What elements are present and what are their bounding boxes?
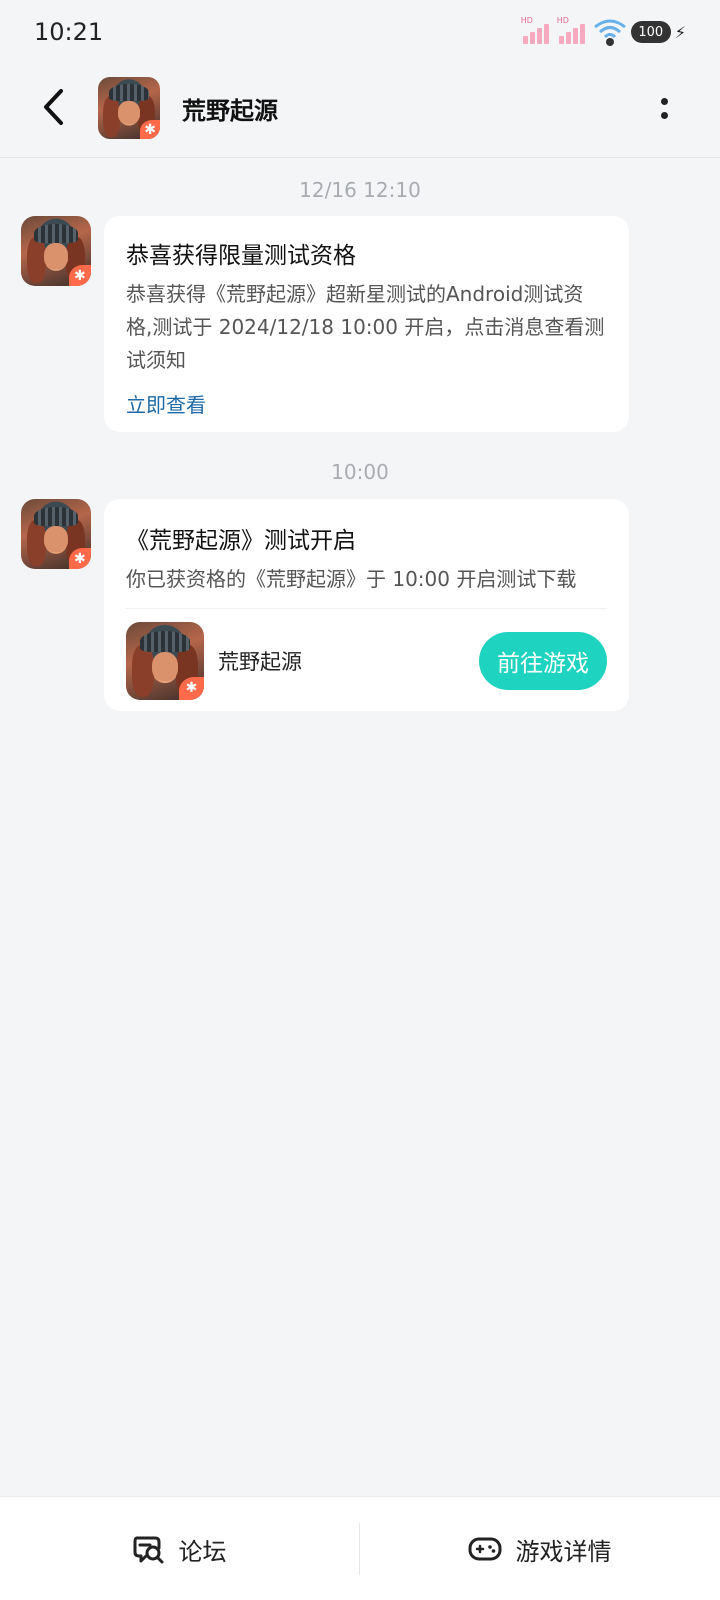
chat-header: ✱ 荒野起源 (0, 64, 720, 158)
message-body: 你已获资格的《荒野起源》于 10:00 开启测试下载 (126, 567, 577, 591)
back-chevron-icon (44, 89, 63, 125)
game-detail-button[interactable]: 游戏详情 (360, 1497, 719, 1600)
hd-signal-icon: HD (521, 16, 553, 46)
back-button[interactable] (28, 82, 78, 132)
battery-icon: 100 (630, 21, 671, 43)
bottom-bar: 论坛 游戏详情 (0, 1496, 720, 1600)
gamepad-icon (468, 1537, 501, 1561)
page-title: 荒野起源 (182, 97, 278, 125)
status-bar: 10:21 HD HD 100 ⚡ (0, 0, 720, 64)
status-time: 10:21 (34, 18, 104, 46)
game-name: 荒野起源 (218, 650, 302, 674)
game-detail-label: 游戏详情 (515, 1537, 612, 1566)
message-card[interactable]: 《荒野起源》测试开启 你已获资格的《荒野起源》于 10:00 开启测试下载 ✱ … (104, 499, 629, 711)
sender-avatar[interactable]: ✱ (21, 216, 91, 286)
status-icons: HD HD 100 ⚡ (521, 16, 686, 48)
message-timestamp: 10:00 (331, 460, 389, 484)
game-icon[interactable]: ✱ (126, 622, 204, 700)
message-title: 《荒野起源》测试开启 (126, 528, 356, 554)
hd-signal-icon: HD (557, 16, 589, 46)
wifi-icon (593, 19, 626, 46)
forum-label: 论坛 (178, 1537, 227, 1566)
more-options-button[interactable] (654, 88, 674, 128)
divider (126, 608, 607, 609)
go-to-game-button[interactable]: 前往游戏 (479, 632, 607, 690)
message-title: 恭喜获得限量测试资格 (126, 243, 356, 269)
game-entry: ✱ 荒野起源 前往游戏 (126, 621, 607, 701)
forum-icon (133, 1536, 163, 1564)
message-card[interactable]: 恭喜获得限量测试资格 恭喜获得《荒野起源》超新星测试的Android测试资格,测… (104, 216, 629, 432)
message-timestamp: 12/16 12:10 (299, 178, 421, 202)
view-now-link[interactable]: 立即查看 (126, 389, 607, 418)
game-avatar[interactable]: ✱ (98, 77, 160, 139)
more-vertical-icon (660, 97, 668, 105)
sender-avatar[interactable]: ✱ (21, 499, 91, 569)
charging-icon: ⚡ (674, 22, 686, 42)
message-body: 恭喜获得《荒野起源》超新星测试的Android测试资格,测试于 2024/12/… (126, 282, 605, 372)
forum-button[interactable]: 论坛 (0, 1497, 359, 1600)
